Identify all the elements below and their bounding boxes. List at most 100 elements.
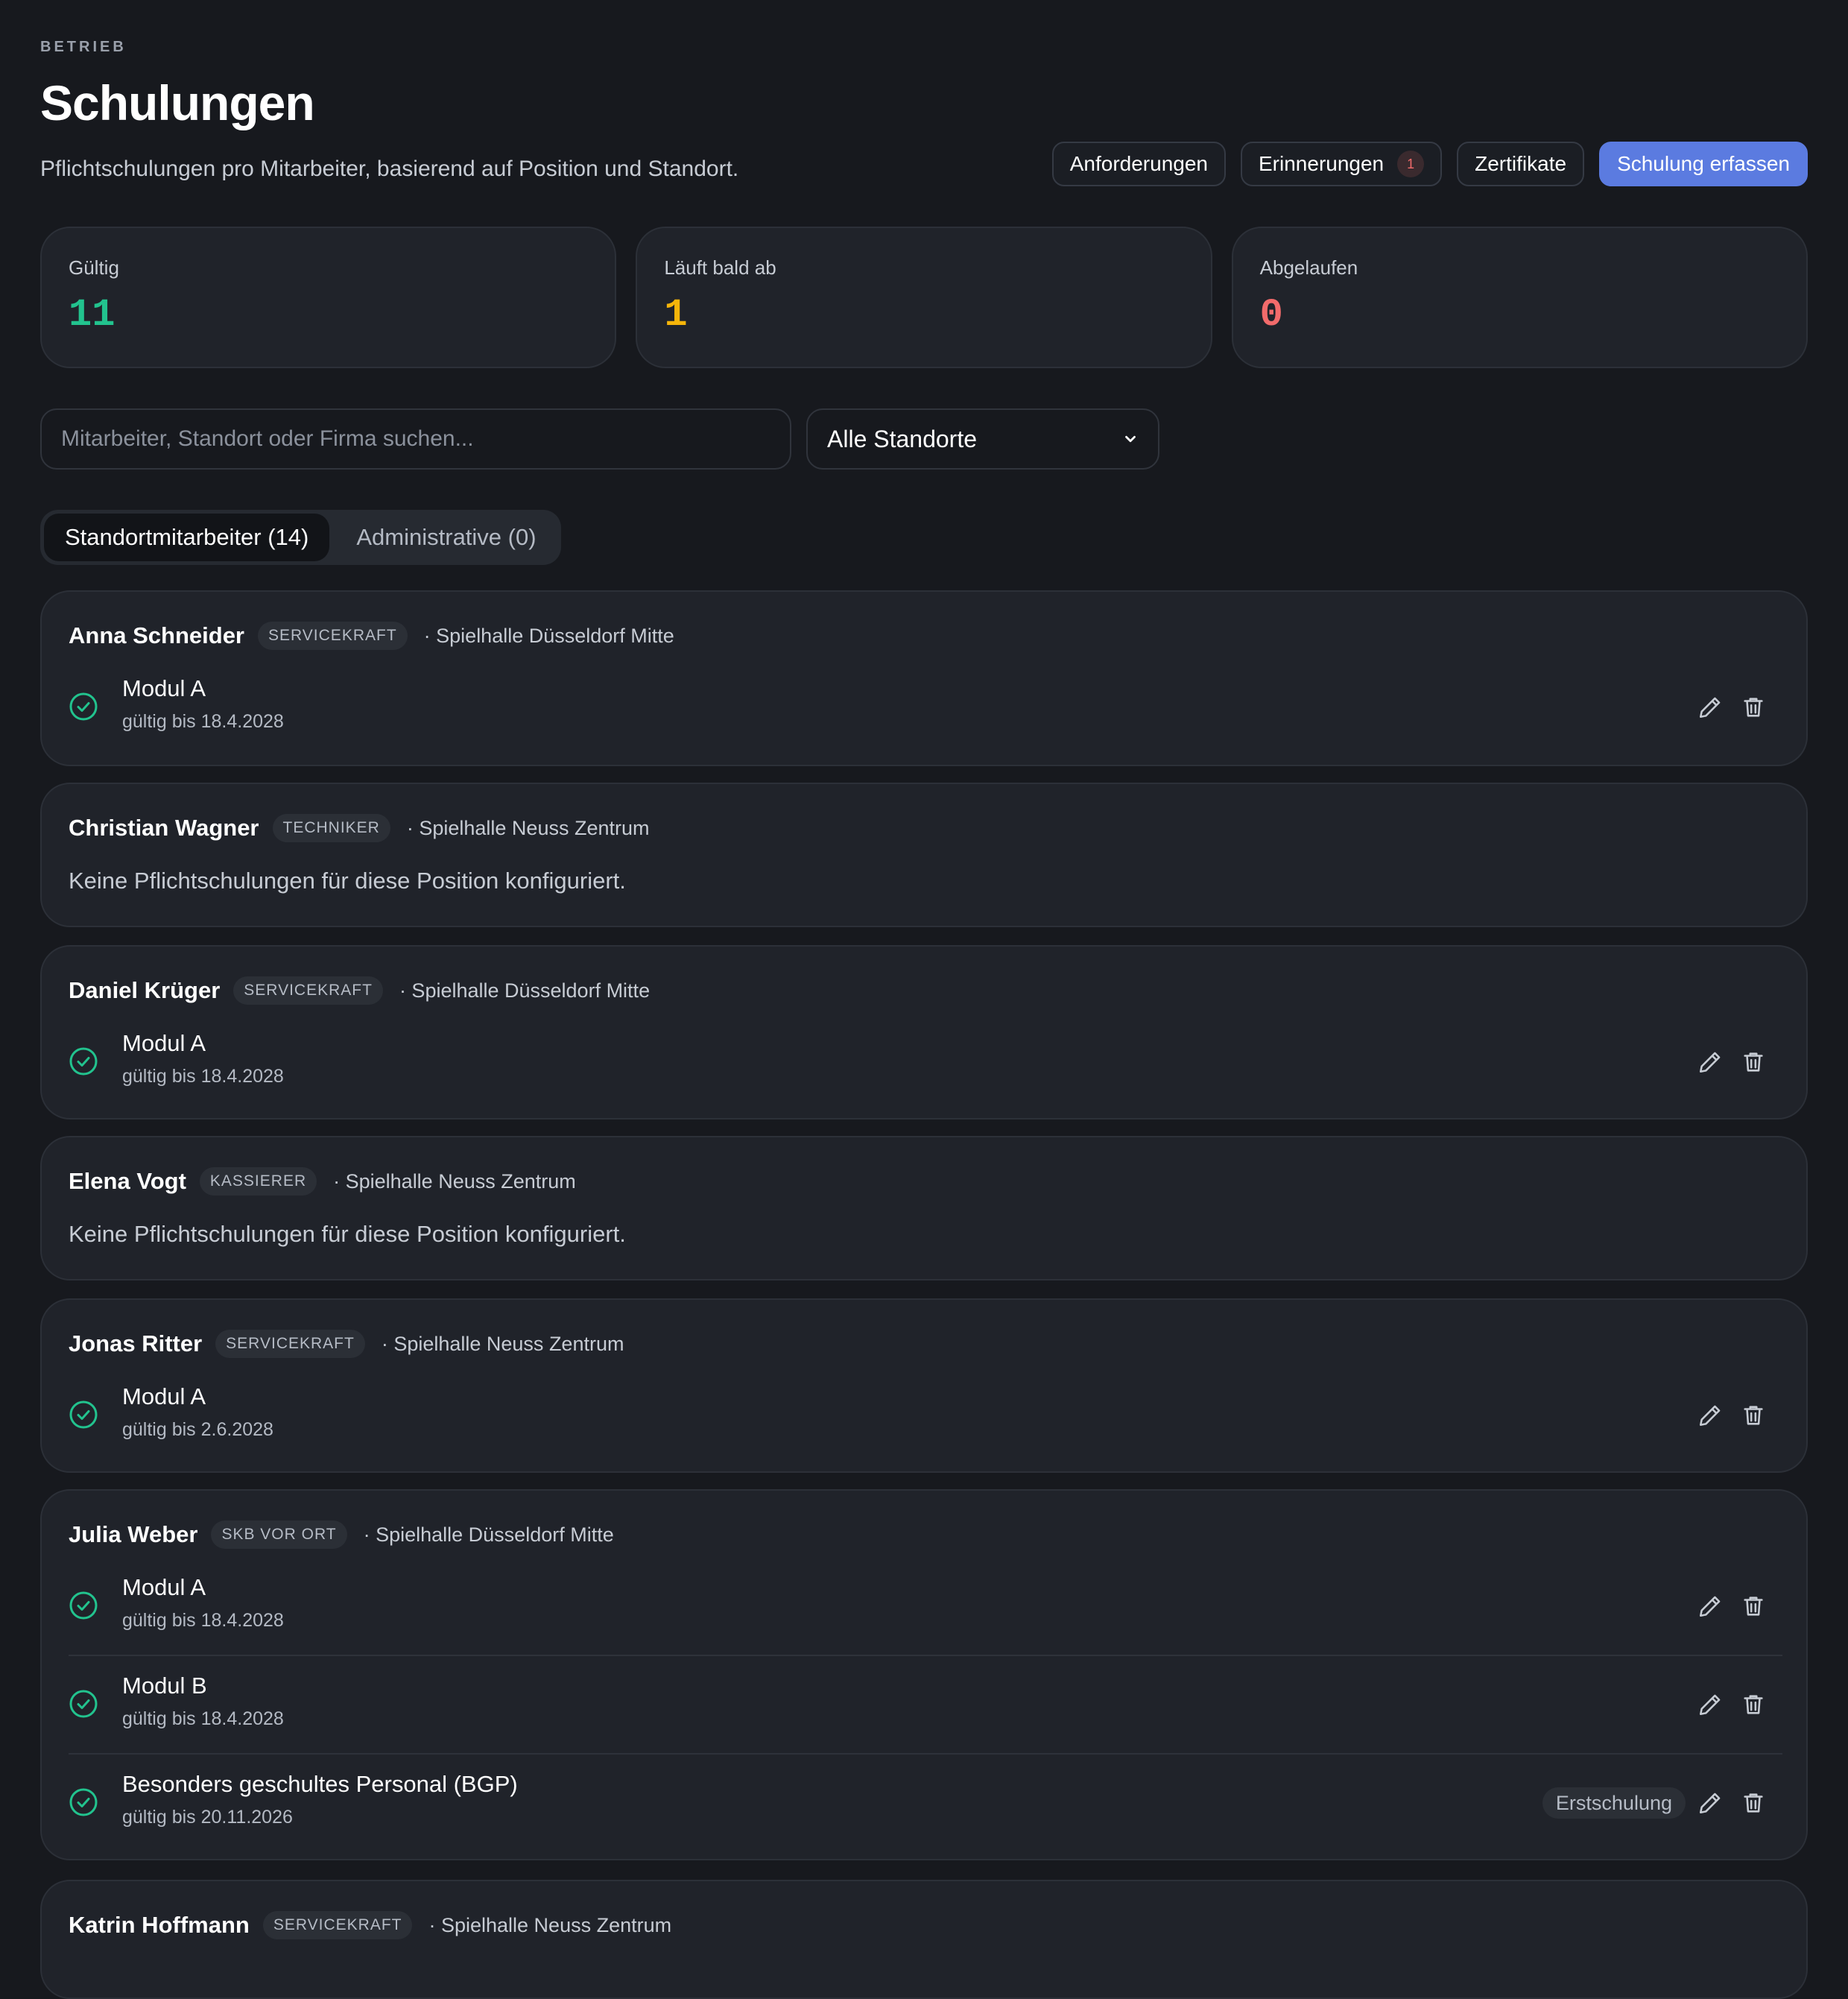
role-chip: SERVICEKRAFT — [258, 622, 408, 650]
employee-card: Julia Weber SKB VOR ORT · Spielhalle Düs… — [40, 1489, 1808, 1860]
section-eyebrow: BETRIEB — [40, 39, 127, 55]
search-input[interactable] — [40, 408, 791, 470]
employee-header: Katrin Hoffmann SERVICEKRAFT · Spielhall… — [69, 1911, 671, 1939]
role-chip: SKB VOR ORT — [211, 1520, 347, 1549]
pencil-icon[interactable] — [1697, 1403, 1723, 1428]
check-circle-icon — [69, 1400, 98, 1429]
pencil-icon[interactable] — [1697, 1049, 1723, 1075]
training-name: Modul A — [122, 1574, 206, 1600]
location-select[interactable]: Alle Standorte — [806, 408, 1159, 470]
role-chip: TECHNIKER — [272, 814, 390, 842]
trash-icon[interactable] — [1741, 1049, 1766, 1075]
training-validity: gültig bis 20.11.2026 — [122, 1807, 293, 1828]
employee-location: · Spielhalle Neuss Zentrum — [333, 1169, 576, 1193]
stat-card-valid: Gültig 11 — [40, 227, 617, 368]
employee-location: · Spielhalle Düsseldorf Mitte — [399, 979, 651, 1002]
row-divider — [69, 1753, 1782, 1755]
pencil-icon[interactable] — [1697, 1692, 1723, 1717]
requirements-button[interactable]: Anforderungen — [1051, 142, 1226, 186]
employee-name: Elena Vogt — [69, 1168, 186, 1194]
training-row: Modul A gültig bis 18.4.2028 — [69, 669, 1782, 744]
pencil-icon[interactable] — [1697, 695, 1723, 720]
training-validity: gültig bis 18.4.2028 — [122, 1610, 284, 1631]
employee-location: · Spielhalle Neuss Zentrum — [406, 816, 650, 839]
pencil-icon[interactable] — [1697, 1790, 1723, 1816]
employee-header: Julia Weber SKB VOR ORT · Spielhalle Düs… — [69, 1520, 614, 1549]
training-name: Modul A — [122, 675, 206, 701]
training-name: Modul B — [122, 1673, 207, 1699]
check-circle-icon — [69, 692, 98, 721]
pencil-icon[interactable] — [1697, 1594, 1723, 1619]
training-row: Modul B gültig bis 18.4.2028 — [69, 1667, 1782, 1741]
check-circle-icon — [69, 1788, 98, 1816]
role-chip: SERVICEKRAFT — [233, 976, 383, 1005]
tab-bar: Standortmitarbeiter (14) Administrative … — [40, 510, 561, 565]
check-circle-icon — [69, 1047, 98, 1076]
reminders-count-badge: 1 — [1397, 151, 1425, 177]
stat-card-expired: Abgelaufen 0 — [1231, 227, 1808, 368]
stat-label: Abgelaufen — [1259, 256, 1358, 279]
stat-value: 11 — [69, 293, 116, 337]
trash-icon[interactable] — [1741, 1403, 1766, 1428]
chevron-down-icon — [1125, 435, 1136, 443]
training-row: Besonders geschultes Personal (BGP) gült… — [69, 1765, 1782, 1839]
employee-card: Daniel Krüger SERVICEKRAFT · Spielhalle … — [40, 945, 1808, 1119]
trash-icon[interactable] — [1741, 1594, 1766, 1619]
role-chip: SERVICEKRAFT — [215, 1330, 365, 1358]
employee-location: · Spielhalle Düsseldorf Mitte — [423, 624, 674, 647]
employee-header: Daniel Krüger SERVICEKRAFT · Spielhalle … — [69, 976, 650, 1005]
employee-card: Elena Vogt KASSIERER · Spielhalle Neuss … — [40, 1136, 1808, 1280]
training-name: Modul A — [122, 1383, 206, 1409]
training-row: Modul A gültig bis 18.4.2028 — [69, 1568, 1782, 1643]
training-type-tag: Erstschulung — [1542, 1787, 1686, 1819]
training-validity: gültig bis 18.4.2028 — [122, 1708, 284, 1729]
check-circle-icon — [69, 1591, 98, 1620]
empty-trainings-message: Keine Pflichtschulungen für diese Positi… — [69, 1221, 626, 1247]
empty-trainings-message: Keine Pflichtschulungen für diese Positi… — [69, 868, 626, 894]
stat-value: 0 — [1259, 293, 1283, 337]
employee-header: Elena Vogt KASSIERER · Spielhalle Neuss … — [69, 1167, 576, 1196]
employee-location: · Spielhalle Düsseldorf Mitte — [363, 1523, 614, 1546]
trash-icon[interactable] — [1741, 695, 1766, 720]
certificates-button[interactable]: Zertifikate — [1457, 142, 1585, 186]
role-chip: SERVICEKRAFT — [262, 1911, 413, 1939]
row-divider — [69, 1655, 1782, 1656]
employee-name: Katrin Hoffmann — [69, 1912, 250, 1938]
employee-card: Jonas Ritter SERVICEKRAFT · Spielhalle N… — [40, 1298, 1808, 1473]
employee-location: · Spielhalle Neuss Zentrum — [428, 1913, 672, 1936]
role-chip: KASSIERER — [199, 1167, 317, 1196]
training-validity: gültig bis 18.4.2028 — [122, 711, 284, 732]
employee-location: · Spielhalle Neuss Zentrum — [381, 1332, 624, 1355]
add-training-label: Schulung erfassen — [1617, 152, 1790, 175]
trash-icon[interactable] — [1741, 1790, 1766, 1816]
employee-card: Christian Wagner TECHNIKER · Spielhalle … — [40, 783, 1808, 927]
page-subtitle: Pflichtschulungen pro Mitarbeiter, basie… — [40, 157, 739, 181]
tab-site-staff[interactable]: Standortmitarbeiter (14) — [44, 514, 330, 561]
employee-header: Christian Wagner TECHNIKER · Spielhalle … — [69, 814, 650, 842]
training-name: Modul A — [122, 1030, 206, 1056]
reminders-button[interactable]: Erinnerungen 1 — [1241, 142, 1443, 186]
filters: Alle Standorte — [40, 408, 1159, 470]
employee-header: Anna Schneider SERVICEKRAFT · Spielhalle… — [69, 622, 674, 650]
stat-value: 1 — [664, 293, 688, 337]
employee-name: Christian Wagner — [69, 815, 259, 841]
certificates-label: Zertifikate — [1475, 152, 1567, 175]
add-training-button[interactable]: Schulung erfassen — [1599, 142, 1808, 186]
toolbar: Anforderungen Erinnerungen 1 Zertifikate… — [1051, 142, 1808, 186]
reminders-label: Erinnerungen — [1259, 152, 1385, 175]
tab-administrative[interactable]: Administrative (0) — [335, 514, 557, 561]
training-row: Modul A gültig bis 2.6.2028 — [69, 1377, 1782, 1452]
employee-name: Anna Schneider — [69, 622, 244, 648]
requirements-label: Anforderungen — [1069, 152, 1208, 175]
page-title: Schulungen — [40, 75, 315, 130]
stat-card-expiring: Läuft bald ab 1 — [636, 227, 1212, 368]
stat-label: Läuft bald ab — [664, 256, 776, 279]
training-validity: gültig bis 2.6.2028 — [122, 1419, 273, 1440]
trash-icon[interactable] — [1741, 1692, 1766, 1717]
stat-label: Gültig — [69, 256, 119, 279]
training-validity: gültig bis 18.4.2028 — [122, 1066, 284, 1087]
training-name: Besonders geschultes Personal (BGP) — [122, 1771, 518, 1797]
employee-name: Jonas Ritter — [69, 1330, 203, 1357]
employee-name: Julia Weber — [69, 1521, 198, 1547]
employee-card: Anna Schneider SERVICEKRAFT · Spielhalle… — [40, 590, 1808, 766]
